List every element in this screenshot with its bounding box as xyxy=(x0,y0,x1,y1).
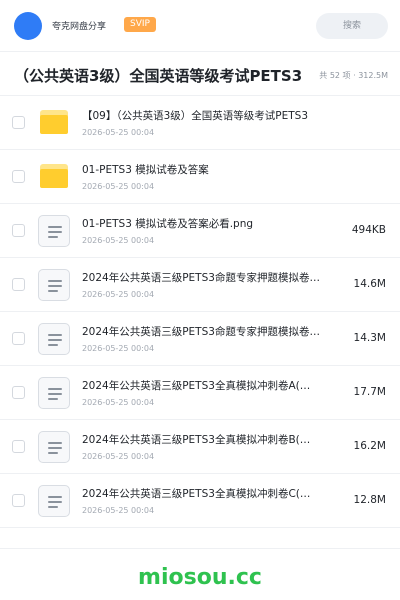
file-row[interactable]: 2024年公共英语三级PETS3全真模拟冲刺卷A(… 2026-05-25 00:… xyxy=(0,366,400,420)
file-date: 2026-05-25 00:04 xyxy=(82,290,155,299)
file-name[interactable]: 2024年公共英语三级PETS3全真模拟冲刺卷B(… xyxy=(82,432,332,447)
page-title: （公共英语3级）全国英语等级考试PETS3 xyxy=(14,67,303,85)
row-checkbox[interactable] xyxy=(12,116,25,129)
file-name[interactable]: 2024年公共英语三级PETS3全真模拟冲刺卷C(… xyxy=(82,486,332,501)
file-row[interactable]: 01-PETS3 模拟试卷及答案 2026-05-25 00:04 xyxy=(0,150,400,204)
document-icon xyxy=(38,323,70,355)
document-icon xyxy=(38,269,70,301)
divider xyxy=(0,548,400,549)
file-date: 2026-05-25 00:04 xyxy=(82,128,155,137)
app-header: 夸克网盘分享 SVIP 搜索 xyxy=(0,0,400,52)
row-checkbox[interactable] xyxy=(12,224,25,237)
row-checkbox[interactable] xyxy=(12,332,25,345)
row-checkbox[interactable] xyxy=(12,278,25,291)
file-name[interactable]: 01-PETS3 模拟试卷及答案 xyxy=(82,162,332,177)
folder-icon xyxy=(38,161,70,193)
document-icon xyxy=(38,377,70,409)
file-date: 2026-05-25 00:04 xyxy=(82,344,155,353)
document-icon xyxy=(38,215,70,247)
avatar[interactable] xyxy=(14,12,42,40)
svip-badge: SVIP xyxy=(124,17,156,32)
file-size: 494KB xyxy=(351,224,386,236)
file-size: 12.8M xyxy=(353,494,386,506)
file-row[interactable]: 2024年公共英语三级PETS3全真模拟冲刺卷B(… 2026-05-25 00:… xyxy=(0,420,400,474)
watermark: miosou.cc xyxy=(138,565,262,590)
file-row[interactable]: 01-PETS3 模拟试卷及答案必看.png 2026-05-25 00:04 49… xyxy=(0,204,400,258)
row-checkbox[interactable] xyxy=(12,170,25,183)
file-name[interactable]: 2024年公共英语三级PETS3命题专家押题模拟卷… xyxy=(82,324,332,339)
file-size: 14.3M xyxy=(353,332,386,344)
file-row[interactable]: 【09】（公共英语3级）全国英语等级考试PETS3 2026-05-25 00:0… xyxy=(0,96,400,150)
file-size: 17.7M xyxy=(353,386,386,398)
row-checkbox[interactable] xyxy=(12,494,25,507)
folder-meta: 共 52 项 · 312.5M xyxy=(319,71,388,80)
file-name[interactable]: 01-PETS3 模拟试卷及答案必看.png xyxy=(82,216,332,231)
file-name[interactable]: 2024年公共英语三级PETS3命题专家押题模拟卷… xyxy=(82,270,332,285)
file-row[interactable]: 2024年公共英语三级PETS3命题专家押题模拟卷… 2026-05-25 00:… xyxy=(0,312,400,366)
document-icon xyxy=(38,431,70,463)
file-date: 2026-05-25 00:04 xyxy=(82,182,155,191)
file-name[interactable]: 【09】（公共英语3级）全国英语等级考试PETS3 xyxy=(82,108,332,123)
file-list: 【09】（公共英语3级）全国英语等级考试PETS3 2026-05-25 00:0… xyxy=(0,96,400,528)
row-checkbox[interactable] xyxy=(12,386,25,399)
folder-icon xyxy=(38,107,70,139)
document-icon xyxy=(38,485,70,517)
file-name[interactable]: 2024年公共英语三级PETS3全真模拟冲刺卷A(… xyxy=(82,378,332,393)
file-size: 14.6M xyxy=(353,278,386,290)
file-row[interactable]: 2024年公共英语三级PETS3全真模拟冲刺卷C(… 2026-05-25 00:… xyxy=(0,474,400,528)
folder-title-bar: （公共英语3级）全国英语等级考试PETS3 共 52 项 · 312.5M xyxy=(0,52,400,96)
file-date: 2026-05-25 00:04 xyxy=(82,398,155,407)
file-row[interactable]: 2024年公共英语三级PETS3命题专家押题模拟卷… 2026-05-25 00:… xyxy=(0,258,400,312)
brand-name: 夸克网盘分享 xyxy=(52,22,107,32)
file-date: 2026-05-25 00:04 xyxy=(82,506,155,515)
search-button[interactable]: 搜索 xyxy=(316,13,388,39)
file-date: 2026-05-25 00:04 xyxy=(82,452,155,461)
file-date: 2026-05-25 00:04 xyxy=(82,236,155,245)
file-size: 16.2M xyxy=(353,440,386,452)
row-checkbox[interactable] xyxy=(12,440,25,453)
